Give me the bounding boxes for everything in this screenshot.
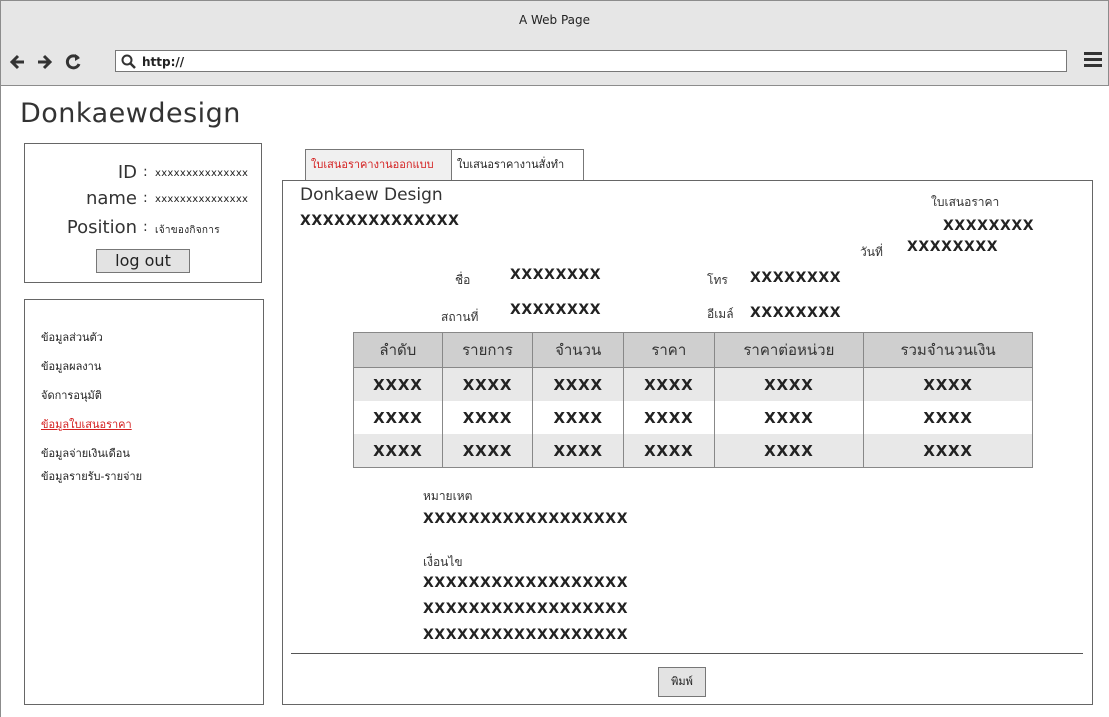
- profile-position-value: เจ้าของกิจการ: [155, 225, 220, 236]
- divider: [291, 653, 1083, 654]
- table-cell: XXXX: [441, 401, 534, 434]
- sidebar-item-approval[interactable]: จัดการอนุมัติ: [41, 386, 102, 404]
- date-label: วันที่: [860, 245, 883, 259]
- table-cell: XXXX: [441, 367, 534, 401]
- profile-name-row: name : xxxxxxxxxxxxxxx: [25, 188, 261, 212]
- place-value: XXXXXXXX: [510, 302, 602, 318]
- company-name: Donkaew Design: [300, 185, 443, 205]
- browser-toolbar: http://: [0, 41, 1109, 86]
- tab-custom-order-quotation[interactable]: ใบเสนอราคางานสั่งทำ: [451, 149, 584, 181]
- table-cell: XXXX: [532, 401, 624, 434]
- quotation-panel: Donkaew Design XXXXXXXXXXXXXX ใบเสนอราคา…: [282, 180, 1093, 705]
- colon: :: [143, 190, 148, 206]
- email-value: XXXXXXXX: [750, 305, 842, 321]
- back-arrow-icon[interactable]: [9, 49, 27, 82]
- phone-value: XXXXXXXX: [750, 270, 842, 286]
- table-row: XXXX XXXX XXXX XXXX XXXX XXXX: [353, 367, 1033, 401]
- url-text: http://: [142, 55, 185, 69]
- column-header: รวมจำนวนเงิน: [863, 332, 1033, 368]
- table-cell: XXXX: [441, 434, 534, 468]
- table-cell: XXXX: [863, 367, 1033, 401]
- brand-title: Donkaewdesign: [20, 98, 241, 129]
- reload-icon[interactable]: [63, 49, 83, 82]
- document-title: ใบเสนอราคา: [931, 195, 1000, 209]
- colon: :: [143, 219, 148, 235]
- table-cell: XXXX: [532, 367, 624, 401]
- company-subtitle: XXXXXXXXXXXXXX: [300, 213, 460, 229]
- table-row: XXXX XXXX XXXX XXXX XXXX XXXX: [353, 434, 1033, 468]
- table-header-row: ลำดับ รายการ จำนวน ราคา ราคาต่อหน่วย รวม…: [353, 332, 1033, 368]
- column-header: ลำดับ: [353, 332, 443, 368]
- profile-id-label: ID: [117, 162, 137, 183]
- profile-id-value: xxxxxxxxxxxxxxx: [155, 168, 249, 179]
- table-cell: XXXX: [353, 367, 443, 401]
- profile-position-row: Position : เจ้าของกิจการ: [25, 217, 261, 241]
- print-button[interactable]: พิมพ์: [658, 667, 706, 697]
- column-header: ราคา: [622, 332, 715, 368]
- note-label: หมายเหต: [423, 489, 473, 503]
- url-bar[interactable]: http://: [115, 50, 1067, 72]
- page-border: [0, 86, 1, 717]
- table-cell: XXXX: [622, 367, 715, 401]
- colon: :: [143, 164, 148, 180]
- condition-line: XXXXXXXXXXXXXXXXXX: [423, 575, 629, 591]
- table-cell: XXXX: [713, 434, 865, 468]
- sidebar-item-quotation[interactable]: ข้อมูลใบเสนอราคา: [41, 415, 132, 433]
- column-header: ราคาต่อหน่วย: [713, 332, 865, 368]
- sidebar-menu: ข้อมูลส่วนตัว ข้อมูลผลงาน จัดการอนุมัติ …: [24, 299, 264, 705]
- customer-name-value: XXXXXXXX: [510, 267, 602, 283]
- table-cell: XXXX: [353, 434, 443, 468]
- profile-id-row: ID : xxxxxxxxxxxxxxx: [25, 162, 261, 186]
- profile-position-label: Position: [66, 217, 137, 238]
- logout-button[interactable]: log out: [96, 249, 190, 273]
- condition-line: XXXXXXXXXXXXXXXXXX: [423, 627, 629, 643]
- document-number: XXXXXXXX: [943, 218, 1035, 234]
- profile-panel: ID : xxxxxxxxxxxxxxx name : xxxxxxxxxxxx…: [24, 143, 262, 283]
- sidebar-item-portfolio[interactable]: ข้อมูลผลงาน: [41, 357, 101, 375]
- table-cell: XXXX: [863, 434, 1033, 468]
- column-header: รายการ: [441, 332, 534, 368]
- note-value: XXXXXXXXXXXXXXXXXX: [423, 511, 629, 527]
- date-value: XXXXXXXX: [907, 239, 999, 255]
- quotation-items-table: ลำดับ รายการ จำนวน ราคา ราคาต่อหน่วย รวม…: [353, 332, 1033, 468]
- condition-line: XXXXXXXXXXXXXXXXXX: [423, 601, 629, 617]
- table-row: XXXX XXXX XXXX XXXX XXXX XXXX: [353, 401, 1033, 434]
- table-cell: XXXX: [713, 401, 865, 434]
- table-cell: XXXX: [713, 367, 865, 401]
- table-cell: XXXX: [353, 401, 443, 434]
- hamburger-menu-icon[interactable]: [1084, 52, 1102, 68]
- table-cell: XXXX: [532, 434, 624, 468]
- table-cell: XXXX: [863, 401, 1033, 434]
- place-label: สถานที่: [441, 310, 479, 324]
- conditions-label: เงื่อนไข: [423, 555, 463, 569]
- sidebar-item-personal-info[interactable]: ข้อมูลส่วนตัว: [41, 328, 103, 346]
- sidebar-item-income-expense[interactable]: ข้อมูลรายรับ-รายจ่าย: [41, 467, 142, 485]
- phone-label: โทร: [707, 273, 728, 287]
- forward-arrow-icon[interactable]: [35, 49, 53, 82]
- profile-name-label: name: [85, 188, 137, 209]
- table-cell: XXXX: [622, 434, 715, 468]
- email-label: อีเมล์: [707, 307, 734, 321]
- sidebar-item-salary[interactable]: ข้อมูลจ่ายเงินเดือน: [41, 444, 130, 462]
- profile-name-value: xxxxxxxxxxxxxxx: [155, 194, 249, 205]
- table-cell: XXXX: [622, 401, 715, 434]
- column-header: จำนวน: [532, 332, 624, 368]
- window-title: A Web Page: [0, 0, 1109, 42]
- search-icon: [121, 54, 137, 70]
- tab-design-quotation[interactable]: ใบเสนอราคางานออกแบบ: [305, 149, 452, 181]
- customer-name-label: ชื่อ: [455, 273, 471, 287]
